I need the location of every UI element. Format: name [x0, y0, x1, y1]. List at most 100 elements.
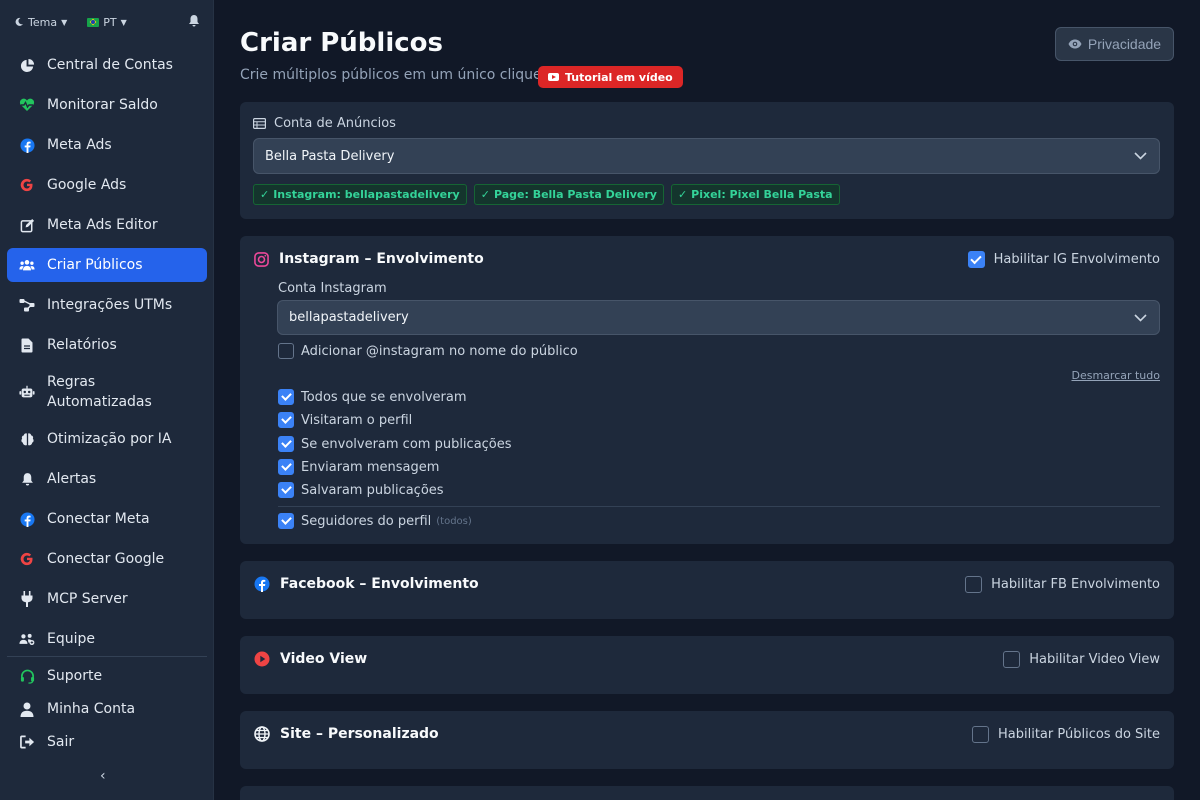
globe-icon [254, 726, 270, 742]
caret-down-icon: ▼ [120, 17, 127, 27]
instagram-card-header: Instagram – Envolvimento [254, 251, 484, 267]
youtube-icon [548, 73, 559, 81]
facebook-icon [19, 137, 35, 153]
share-icon [19, 297, 35, 313]
enable-fb-checkbox[interactable] [965, 576, 983, 593]
enable-video-view-toggle[interactable]: Habilitar Video View [1003, 651, 1160, 668]
sidebar-item-label: Meta Ads [47, 137, 112, 153]
language-select[interactable]: PT ▼ [87, 16, 127, 29]
sidebar-item-minha-conta[interactable]: Minha Conta [7, 694, 207, 724]
facebook-card-title: Facebook – Envolvimento [280, 576, 479, 592]
sidebar-item-meta-ads-editor[interactable]: Meta Ads Editor [7, 208, 207, 242]
privacy-label: Privacidade [1087, 36, 1162, 52]
robot-icon [19, 384, 35, 400]
ig-option-checkbox[interactable] [278, 389, 294, 405]
enable-video-checkbox[interactable] [1003, 651, 1021, 668]
ad-account-value: Bella Pasta Delivery [265, 148, 395, 164]
sidebar-item-otimizacao-por-ia[interactable]: Otimização por IA [7, 422, 207, 456]
google-icon [19, 177, 35, 193]
table-icon [253, 118, 266, 129]
add-instagram-name-checkbox[interactable] [278, 343, 294, 359]
check-icon: ✓ [260, 188, 270, 201]
unselect-all-link[interactable]: Desmarcar tudo [1071, 369, 1160, 382]
chevron-down-icon [1134, 313, 1147, 322]
sidebar-item-label: MCP Server [47, 591, 128, 607]
instagram-account-label: Conta Instagram [278, 281, 387, 296]
ig-option-sent-message[interactable]: Enviaram mensagem [278, 459, 439, 475]
user-icon [19, 701, 35, 717]
site-card-header: Site – Personalizado [254, 726, 439, 742]
ig-option-visited-profile[interactable]: Visitaram o perfil [278, 412, 412, 428]
file-icon [19, 337, 35, 353]
enable-fb-engagement-toggle[interactable]: Habilitar FB Envolvimento [965, 576, 1160, 593]
language-label: PT [103, 15, 117, 29]
collapse-sidebar-chevron-icon[interactable]: ‹ [100, 768, 106, 784]
sidebar-item-relatorios[interactable]: Relatórios [7, 328, 207, 362]
heart-pulse-icon [19, 97, 35, 113]
site-card-title: Site – Personalizado [280, 726, 439, 742]
ig-option-checkbox[interactable] [278, 436, 294, 452]
sidebar-item-criar-publicos[interactable]: Criar Públicos [7, 248, 207, 282]
option-label: Salvaram publicações [301, 482, 444, 498]
followers-note: (todos) [436, 515, 472, 527]
ig-option-checkbox[interactable] [278, 513, 294, 529]
add-instagram-name-option[interactable]: Adicionar @instagram no nome do público [278, 343, 578, 359]
ad-account-select[interactable]: Bella Pasta Delivery [253, 138, 1160, 174]
sidebar-item-conectar-meta[interactable]: Conectar Meta [7, 502, 207, 536]
chart-pie-icon [19, 57, 35, 73]
sidebar-item-label: Alertas [47, 471, 97, 487]
privacy-button[interactable]: Privacidade [1055, 27, 1174, 61]
sidebar-item-google-ads[interactable]: Google Ads [7, 168, 207, 202]
instagram-account-value: bellapastadelivery [289, 310, 409, 325]
ig-option-checkbox[interactable] [278, 482, 294, 498]
ig-option-all-engaged[interactable]: Todos que se envolveram [278, 389, 466, 405]
eye-icon [1068, 39, 1082, 49]
site-custom-card: Site – Personalizado Habilitar Públicos … [240, 711, 1174, 769]
edit-icon [19, 217, 35, 233]
sidebar-item-equipe[interactable]: Equipe [7, 622, 207, 656]
enable-ig-engagement-toggle[interactable]: Habilitar IG Envolvimento [967, 251, 1160, 268]
facebook-card-header: Facebook – Envolvimento [254, 576, 479, 592]
sidebar-item-label: Monitorar Saldo [47, 97, 158, 113]
sidebar-item-alertas[interactable]: Alertas [7, 462, 207, 496]
brazil-flag-icon [87, 17, 100, 27]
sidebar-item-integracoes-utms[interactable]: Integrações UTMs [7, 288, 207, 322]
sidebar-item-label: Otimização por IA [47, 431, 172, 447]
sidebar-item-label: Criar Públicos [47, 257, 143, 273]
sidebar-item-label: Conectar Google [47, 551, 165, 567]
ig-option-saved-posts[interactable]: Salvaram publicações [278, 482, 444, 498]
ad-account-label: Conta de Anúncios [274, 116, 396, 131]
notifications-bell-icon[interactable] [188, 14, 200, 30]
sidebar-item-suporte[interactable]: Suporte [7, 661, 207, 691]
option-label: Se envolveram com publicações [301, 436, 512, 452]
sidebar-item-regras-automatizadas[interactable]: Regras Automatizadas [7, 368, 207, 416]
google-icon [19, 551, 35, 567]
sidebar-item-label: Integrações UTMs [47, 297, 173, 313]
enable-ig-checkbox[interactable] [967, 251, 985, 268]
sidebar-item-monitorar-saldo[interactable]: Monitorar Saldo [7, 88, 207, 122]
sidebar-item-central-de-contas[interactable]: Central de Contas [7, 48, 207, 82]
theme-toggle[interactable]: Tema ▼ [14, 16, 67, 29]
instagram-account-select[interactable]: bellapastadelivery [277, 300, 1160, 335]
ig-option-profile-followers[interactable]: Seguidores do perfil (todos) [278, 513, 472, 529]
page-subtitle: Crie múltiplos públicos em um único cliq… [240, 67, 542, 83]
enable-site-checkbox[interactable] [972, 726, 989, 743]
ig-option-checkbox[interactable] [278, 459, 294, 475]
sidebar-item-conectar-google[interactable]: Conectar Google [7, 542, 207, 576]
sidebar-item-meta-ads[interactable]: Meta Ads [7, 128, 207, 162]
instagram-icon [254, 251, 269, 267]
option-label: Seguidores do perfil [301, 513, 432, 529]
enable-site-audiences-toggle[interactable]: Habilitar Públicos do Site [972, 726, 1160, 743]
ig-option-checkbox[interactable] [278, 412, 294, 428]
sidebar-topbar: Tema ▼ PT ▼ [14, 12, 200, 32]
tutorial-video-button[interactable]: Tutorial em vídeo [538, 66, 683, 88]
tutorial-label: Tutorial em vídeo [565, 70, 673, 84]
moon-icon [15, 17, 23, 26]
instagram-card-title: Instagram – Envolvimento [279, 251, 484, 267]
sidebar-item-label: Sair [47, 734, 75, 750]
brain-icon [19, 431, 35, 447]
ig-option-engaged-posts[interactable]: Se envolveram com publicações [278, 436, 512, 452]
sidebar-item-mcp-server[interactable]: MCP Server [7, 582, 207, 616]
bell-icon [19, 471, 35, 487]
sidebar-item-sair[interactable]: Sair [7, 727, 207, 757]
